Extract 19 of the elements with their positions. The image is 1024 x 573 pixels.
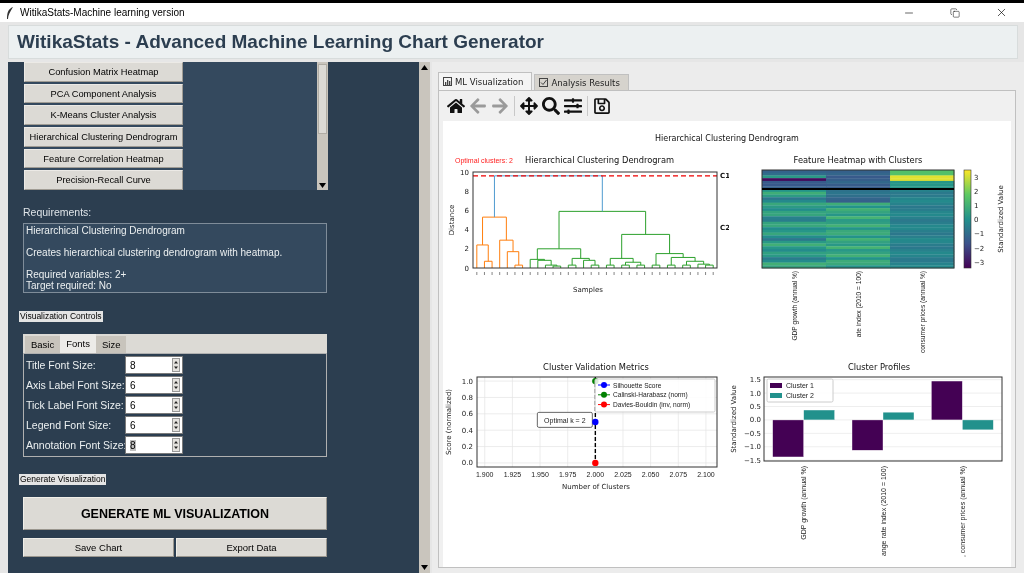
chart-title: Cluster Validation Metrics <box>543 362 649 372</box>
window-title: WitikaStats-Machine learning version <box>20 7 186 18</box>
chart-title: Cluster Profiles <box>847 362 911 372</box>
app-title: WitikaStats - Advanced Machine Learning Chart Generator <box>17 31 545 53</box>
field-label: Annotation Font Size: <box>26 439 125 451</box>
requirements-text: Hierarchical Clustering Dendrogram <box>26 225 186 236</box>
field-label: Tick Label Font Size: <box>26 399 125 411</box>
chart-title: Feature Heatmap with Clusters <box>793 155 923 165</box>
section-label: Visualization Controls <box>19 311 103 322</box>
section-label: Generate Visualization <box>19 474 107 485</box>
field-label: Title Font Size: <box>26 359 97 371</box>
field-label: Axis Label Font Size: <box>26 379 125 391</box>
requirements-text: Creates hierarchical clustering dendrogram with heatmap. <box>26 247 284 258</box>
requirements-label: Requirements: <box>23 206 93 220</box>
figure-title: Hierarchical Clustering Dendrogram <box>655 134 799 143</box>
field-label: Legend Font Size: <box>26 419 113 431</box>
requirements-text: Required variables: 2+ <box>26 269 128 280</box>
requirements-text: Target required: No <box>26 280 113 291</box>
chart-title: Hierarchical Clustering Dendrogram <box>525 155 675 165</box>
